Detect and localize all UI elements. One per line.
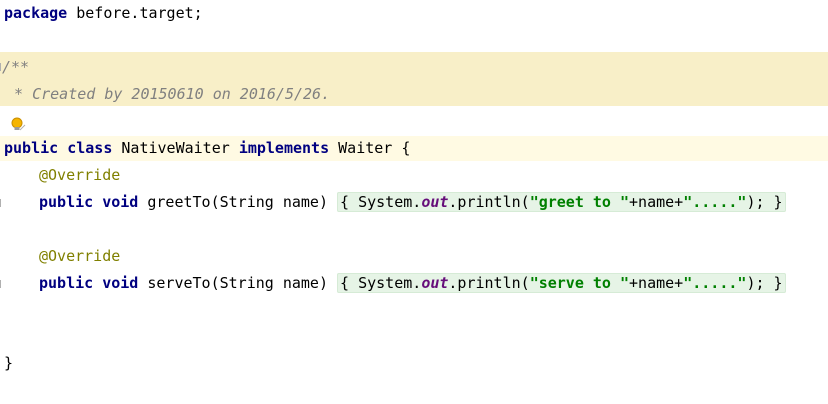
string-literal: "....." bbox=[683, 274, 747, 292]
keyword-implements: implements bbox=[238, 139, 330, 157]
lightbulb-icon[interactable] bbox=[8, 116, 26, 134]
code-line-method-greet[interactable]: public void greetTo(String name) { Syste… bbox=[0, 189, 786, 216]
annotation-override: @Override bbox=[39, 247, 121, 265]
close-brace: } bbox=[4, 354, 14, 372]
code-line-annotation-2[interactable]: @Override bbox=[0, 243, 120, 270]
fold-marker[interactable] bbox=[0, 199, 4, 207]
string-literal: "serve to " bbox=[529, 274, 630, 292]
keyword-public: public bbox=[4, 139, 59, 157]
code-line-comment-body[interactable]: * Created by 20150610 on 2016/5/26. bbox=[0, 81, 330, 108]
code-line-class-decl[interactable]: public class NativeWaiter implements Wai… bbox=[0, 135, 410, 162]
keyword-class: class bbox=[67, 139, 113, 157]
string-literal: "greet to " bbox=[529, 193, 630, 211]
interface-name: Waiter bbox=[338, 139, 393, 157]
comment-body: * Created by 20150610 on 2016/5/26. bbox=[5, 85, 331, 103]
keyword-package: package bbox=[4, 4, 68, 22]
code-editor[interactable]: package before.target; /** * Created by … bbox=[0, 0, 828, 404]
code-line-comment-open[interactable]: /** bbox=[0, 54, 36, 81]
annotation-override: @Override bbox=[39, 166, 121, 184]
code-line-annotation-1[interactable]: @Override bbox=[0, 162, 120, 189]
code-line-method-serve[interactable]: public void serveTo(String name) { Syste… bbox=[0, 270, 786, 297]
field-out: out bbox=[421, 193, 449, 211]
package-name: before.target; bbox=[67, 4, 203, 22]
field-out: out bbox=[421, 274, 449, 292]
folded-method-body[interactable]: { System.out.println("serve to "+name+".… bbox=[337, 273, 786, 293]
method-signature: serveTo(String name) bbox=[147, 274, 328, 292]
keyword-void: void bbox=[102, 193, 139, 211]
comment-open: /** bbox=[2, 58, 30, 76]
keyword-public: public bbox=[39, 193, 94, 211]
fold-marker[interactable] bbox=[0, 63, 4, 71]
code-line-closing-brace[interactable]: } bbox=[0, 350, 36, 377]
folded-method-body[interactable]: { System.out.println("greet to "+name+".… bbox=[337, 192, 786, 212]
fold-marker[interactable] bbox=[0, 280, 4, 288]
keyword-void: void bbox=[102, 274, 139, 292]
open-brace: { bbox=[401, 139, 411, 157]
keyword-public: public bbox=[39, 274, 94, 292]
string-literal: "....." bbox=[683, 193, 747, 211]
class-name: NativeWaiter bbox=[121, 139, 230, 157]
code-line-package[interactable]: package before.target; bbox=[0, 0, 203, 27]
method-signature: greetTo(String name) bbox=[147, 193, 328, 211]
